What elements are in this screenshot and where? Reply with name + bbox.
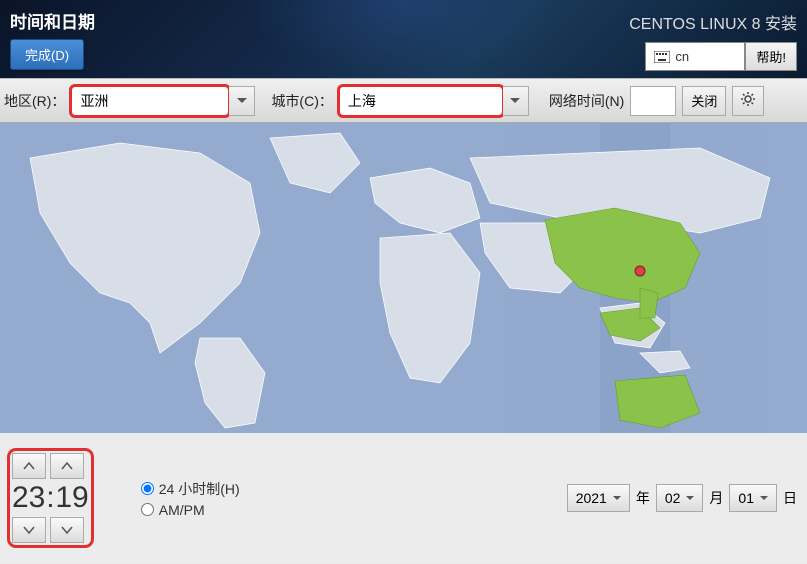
year-value: 2021	[576, 490, 607, 506]
hours-up-button[interactable]	[12, 453, 46, 479]
keyboard-layout-indicator[interactable]: cn	[645, 42, 745, 71]
day-suffix: 日	[783, 488, 797, 508]
network-time-label: 网络时间(N)	[549, 91, 624, 111]
format-24h-option[interactable]: 24 小时制(H)	[141, 479, 240, 499]
keyboard-icon	[654, 51, 670, 63]
minutes-down-button[interactable]	[50, 517, 84, 543]
minutes-up-button[interactable]	[50, 453, 84, 479]
day-dropdown[interactable]: 01	[729, 484, 777, 512]
month-value: 02	[665, 490, 681, 506]
network-time-input	[630, 86, 676, 116]
help-button[interactable]: 帮助!	[745, 42, 797, 71]
time-stepper: 23 : 19	[10, 451, 91, 545]
day-value: 01	[738, 490, 754, 506]
region-input[interactable]	[71, 86, 229, 116]
format-24h-label: 24 小时制(H)	[159, 479, 240, 499]
network-time-toggle[interactable]: 关闭	[682, 86, 726, 116]
time-separator: :	[45, 481, 55, 515]
region-dropdown-button[interactable]	[229, 86, 255, 116]
gear-icon	[740, 91, 756, 110]
keyboard-layout-value: cn	[675, 49, 689, 64]
toolbar: 地区(R)： 城市(C)： 网络时间(N) 关闭	[0, 78, 807, 123]
time-minutes: 19	[55, 481, 88, 515]
network-time-settings-button[interactable]	[732, 86, 764, 116]
timezone-map[interactable]	[0, 123, 807, 433]
done-button[interactable]: 完成(D)	[10, 39, 84, 70]
month-suffix: 月	[709, 488, 723, 508]
bottom-panel: 23 : 19 24 小时制(H) AM/PM 2021 年 02	[0, 433, 807, 563]
time-format-group: 24 小时制(H) AM/PM	[141, 476, 240, 521]
region-label: 地区(R)：	[4, 91, 65, 111]
format-24h-radio[interactable]	[141, 482, 154, 495]
format-ampm-radio[interactable]	[141, 503, 154, 516]
year-dropdown[interactable]: 2021	[567, 484, 630, 512]
date-group: 2021 年 02 月 01 日	[567, 484, 797, 512]
year-suffix: 年	[636, 488, 650, 508]
format-ampm-option[interactable]: AM/PM	[141, 502, 240, 518]
city-combo[interactable]	[339, 86, 529, 116]
format-ampm-label: AM/PM	[159, 502, 205, 518]
city-dropdown-button[interactable]	[503, 86, 529, 116]
hours-down-button[interactable]	[12, 517, 46, 543]
installer-label: CENTOS LINUX 8 安装	[629, 10, 797, 34]
time-hours: 23	[12, 481, 45, 515]
header: 时间和日期 完成(D) CENTOS LINUX 8 安装 cn 帮助!	[0, 0, 807, 78]
month-dropdown[interactable]: 02	[656, 484, 704, 512]
region-combo[interactable]	[71, 86, 255, 116]
header-right: CENTOS LINUX 8 安装 cn 帮助!	[629, 10, 797, 71]
city-input[interactable]	[339, 86, 503, 116]
city-label: 城市(C)：	[271, 91, 332, 111]
